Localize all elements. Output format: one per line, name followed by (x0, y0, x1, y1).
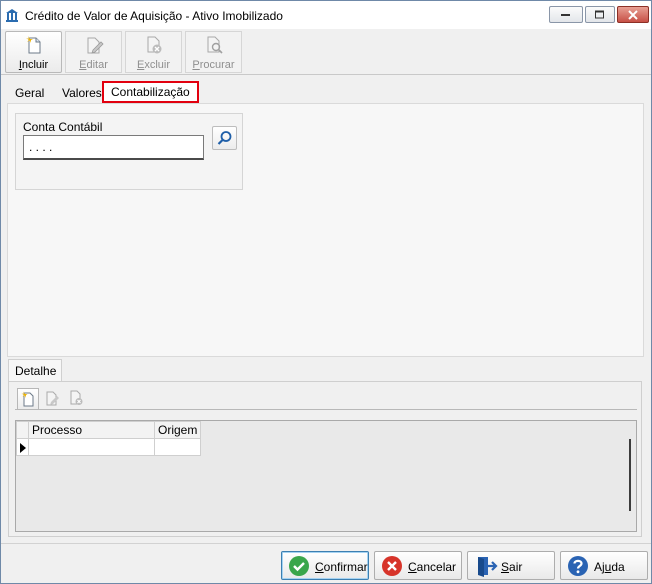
delete-document-icon (70, 390, 83, 405)
maximize-button[interactable] (585, 6, 615, 23)
search-conta-button[interactable] (212, 126, 237, 150)
tab-contabilizacao[interactable]: Contabilização (102, 81, 199, 103)
find-document-icon (207, 36, 223, 54)
tab-detalhe[interactable]: Detalhe (8, 359, 62, 381)
close-button[interactable] (617, 6, 649, 23)
incluir-button[interactable]: Incluir (5, 31, 62, 73)
minimize-icon (561, 13, 570, 16)
tab-panel-contabilizacao: Conta Contábil (7, 103, 644, 357)
cell-origem[interactable] (153, 438, 202, 456)
maximize-icon (595, 10, 604, 18)
cancel-circle-icon (382, 556, 402, 576)
tab-valores[interactable]: Valores (56, 85, 108, 103)
row-indicator-arrow-icon (20, 442, 26, 453)
vertical-scrollbar[interactable] (629, 439, 631, 511)
footer-bar: Confirmar Cancelar Sair Ajuda (1, 543, 651, 583)
title-bar: Crédito de Valor de Aquisição - Ativo Im… (1, 1, 651, 29)
minimize-button[interactable] (549, 6, 583, 23)
detalhe-grid: Processo Origem (15, 420, 637, 532)
detalhe-edit-button[interactable] (42, 388, 64, 410)
cancelar-button[interactable]: Cancelar (374, 551, 462, 580)
column-header-origem[interactable]: Origem (153, 421, 202, 439)
table-header-row: Processo Origem (16, 421, 202, 439)
detalhe-table: Processo Origem (16, 421, 202, 456)
confirmar-button[interactable]: Confirmar (281, 551, 369, 580)
edit-document-icon (87, 37, 104, 54)
procurar-button[interactable]: Procurar (185, 31, 242, 73)
close-icon (628, 9, 638, 20)
detalhe-delete-button[interactable] (66, 388, 88, 410)
conta-contabil-label: Conta Contábil (23, 120, 103, 134)
tab-strip: Geral Valores Contabilização (7, 81, 644, 103)
check-circle-icon (289, 556, 309, 576)
new-document-icon (21, 391, 34, 407)
detalhe-panel: Processo Origem (8, 381, 642, 537)
search-icon (217, 131, 232, 145)
help-circle-icon (568, 556, 588, 576)
window: Crédito de Valor de Aquisição - Ativo Im… (0, 0, 652, 584)
excluir-button[interactable]: Excluir (125, 31, 182, 73)
exit-door-icon (478, 557, 498, 577)
row-indicator (16, 438, 29, 456)
editar-button[interactable]: Editar (65, 31, 122, 73)
building-icon (6, 9, 18, 22)
detalhe-add-button[interactable] (17, 388, 39, 410)
indicator-header (16, 421, 29, 439)
main-toolbar: Incluir Editar Excluir Procurar (1, 29, 651, 75)
tab-geral[interactable]: Geral (9, 85, 50, 103)
conta-contabil-group: Conta Contábil (15, 113, 243, 190)
new-document-icon (25, 36, 40, 54)
conta-contabil-input[interactable] (23, 135, 204, 160)
table-row[interactable] (16, 438, 202, 456)
sair-button[interactable]: Sair (467, 551, 555, 580)
edit-document-icon (46, 391, 59, 406)
cell-processo[interactable] (28, 438, 155, 456)
delete-document-icon (147, 36, 161, 54)
detalhe-toolbar (15, 386, 637, 410)
ajuda-button[interactable]: Ajuda (560, 551, 648, 580)
window-title: Crédito de Valor de Aquisição - Ativo Im… (25, 9, 283, 23)
column-header-processo[interactable]: Processo (28, 421, 155, 439)
